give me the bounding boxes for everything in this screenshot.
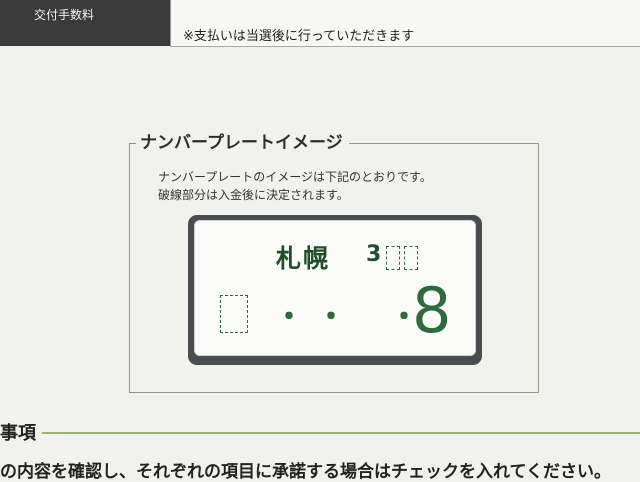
notes-section-title: 事項 bbox=[0, 423, 36, 444]
license-plate-face: 札幌 3 ・ ・ ・ 8 bbox=[194, 220, 476, 356]
plate-class-placeholder-1 bbox=[386, 246, 400, 270]
notes-instruction: の内容を確認し、それぞれの項目に承諾する場合はチェックを入れてください。 bbox=[0, 462, 611, 482]
plate-class-prefix: 3 bbox=[366, 242, 382, 267]
panel-title: ナンバープレートイメージ bbox=[136, 128, 349, 153]
fee-note-cell: ※支払いは当選後に行っていただきます bbox=[170, 0, 640, 47]
section-divider bbox=[42, 432, 640, 434]
plate-class-placeholder-2 bbox=[404, 246, 418, 270]
fee-label: 交付手数料 bbox=[34, 8, 95, 22]
fee-label-cell: 交付手数料 bbox=[0, 0, 170, 46]
fee-note: ※支払いは当選後に行っていただきます bbox=[183, 29, 415, 44]
plate-region: 札幌 bbox=[276, 244, 331, 273]
plate-last-digit: 8 bbox=[412, 274, 452, 347]
panel-description-line2: 破線部分は入金後に決定されます。 bbox=[158, 188, 349, 202]
panel-description-line1: ナンバープレートのイメージは下記のとおりです。 bbox=[158, 170, 432, 184]
plate-hiragana-placeholder bbox=[220, 295, 248, 333]
plate-dot-1: ・ bbox=[274, 300, 304, 335]
fee-row: 交付手数料 ※支払いは当選後に行っていただきます bbox=[0, 0, 640, 47]
license-plate: 札幌 3 ・ ・ ・ 8 bbox=[188, 215, 482, 365]
plate-dot-2: ・ bbox=[316, 300, 346, 335]
